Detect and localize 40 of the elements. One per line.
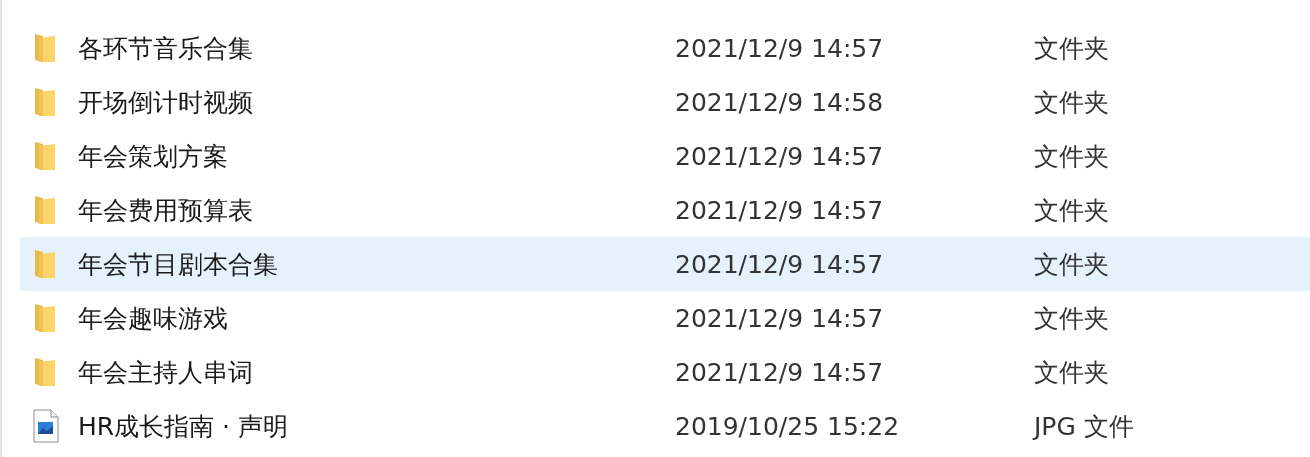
- modified-date: 2021/12/9 14:57: [675, 303, 885, 333]
- file-type: 文件夹: [1034, 32, 1109, 65]
- file-type: 文件夹: [1034, 356, 1109, 389]
- folder-icon: [33, 86, 57, 118]
- file-name: 开场倒计时视频: [78, 86, 254, 119]
- file-type: 文件夹: [1034, 302, 1109, 335]
- file-name: HR成长指南 · 声明: [78, 410, 289, 443]
- file-row[interactable]: 年会主持人串词 2021/12/9 14:57 文件夹: [20, 345, 1310, 399]
- file-row[interactable]: 年会策划方案 2021/12/9 14:57 文件夹: [20, 129, 1310, 183]
- file-name: 各环节音乐合集: [78, 32, 254, 65]
- file-type: 文件夹: [1034, 86, 1109, 119]
- folder-icon: [33, 248, 57, 280]
- file-row[interactable]: 年会费用预算表 2021/12/9 14:57 文件夹: [20, 183, 1310, 237]
- modified-date: 2021/12/9 14:57: [675, 195, 885, 225]
- modified-date: 2021/12/9 14:57: [675, 357, 885, 387]
- folder-icon: [33, 302, 57, 334]
- file-row[interactable]: 年会节目剧本合集 2021/12/9 14:57 文件夹: [20, 237, 1310, 291]
- file-type: 文件夹: [1034, 248, 1109, 281]
- file-row[interactable]: 各环节音乐合集 2021/12/9 14:57 文件夹: [20, 21, 1310, 75]
- image-file-icon: [33, 409, 59, 443]
- folder-icon: [33, 140, 57, 172]
- file-name: 年会节目剧本合集: [78, 248, 279, 281]
- modified-date: 2019/10/25 15:22: [675, 411, 901, 441]
- modified-date: 2021/12/9 14:57: [675, 141, 885, 171]
- file-row[interactable]: 年会趣味游戏 2021/12/9 14:57 文件夹: [20, 291, 1310, 345]
- folder-icon: [33, 194, 57, 226]
- modified-date: 2021/12/9 14:57: [675, 33, 885, 63]
- modified-date: 2021/12/9 14:57: [675, 249, 885, 279]
- file-name: 年会费用预算表: [78, 194, 254, 227]
- modified-date: 2021/12/9 14:58: [675, 87, 885, 117]
- file-name: 年会主持人串词: [78, 356, 254, 389]
- file-type: 文件夹: [1034, 140, 1109, 173]
- folder-icon: [33, 32, 57, 64]
- file-type: 文件夹: [1034, 194, 1109, 227]
- file-name: 年会趣味游戏: [78, 302, 229, 335]
- folder-icon: [33, 356, 57, 388]
- file-row[interactable]: HR成长指南 · 声明 2019/10/25 15:22 JPG 文件: [20, 399, 1310, 453]
- file-row[interactable]: 开场倒计时视频 2021/12/9 14:58 文件夹: [20, 75, 1310, 129]
- file-name: 年会策划方案: [78, 140, 229, 173]
- file-type: JPG 文件: [1034, 410, 1134, 443]
